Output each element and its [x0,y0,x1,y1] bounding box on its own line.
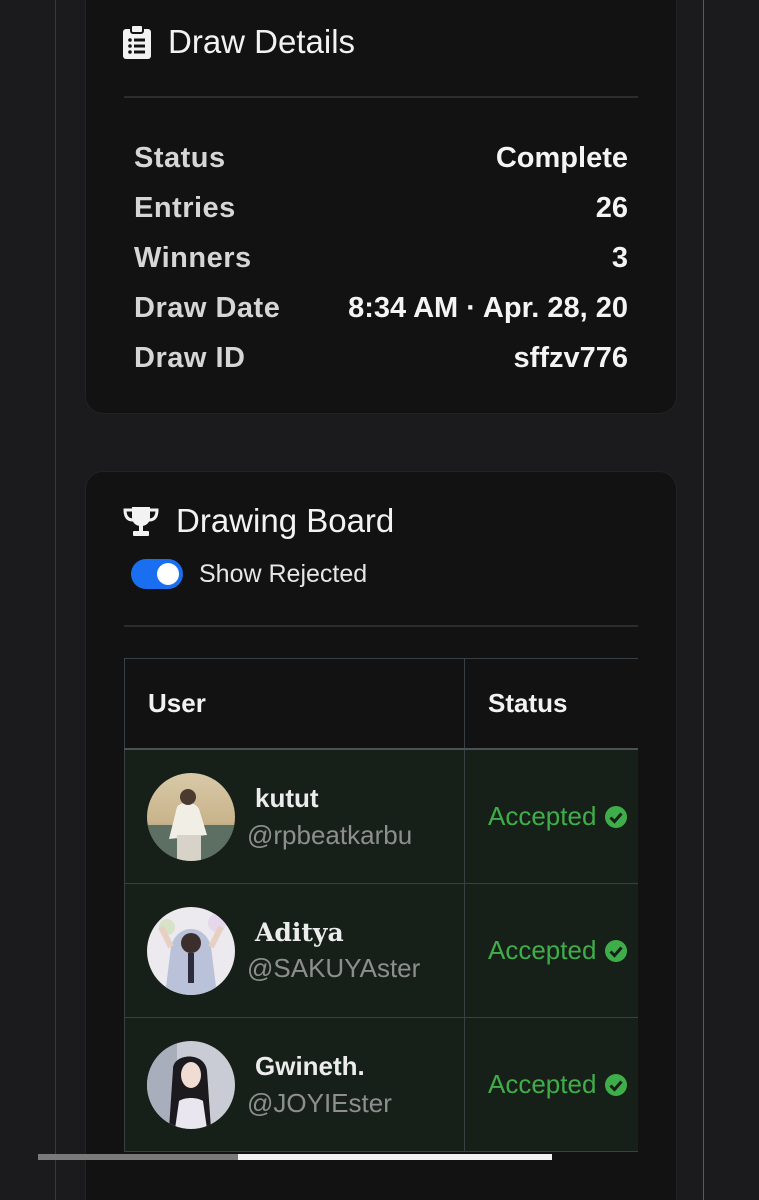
status-cell: Accepted [464,883,638,1018]
show-rejected-label: Show Rejected [199,559,368,588]
detail-value: 3 [611,241,628,274]
status-text: Accepted [488,801,597,831]
user-handle[interactable]: @JOYIEster [247,1088,392,1119]
table-header-row: User Status [124,658,638,750]
detail-label: Entries [134,191,236,224]
table-row[interactable]: Gwineth. @JOYIEster Accepted [124,1017,638,1152]
clipboard-icon [122,24,152,60]
user-handle[interactable]: @SAKUYAster [247,953,420,984]
avatar[interactable] [147,1040,235,1129]
content-border-right [703,0,704,1200]
status-cell: Accepted [464,1017,638,1152]
detail-label: Winners [134,241,252,274]
toggle-knob [157,563,179,585]
entries-table-scroll[interactable]: User Status kutut @rpbeatkarbu Accepted … [124,658,638,1156]
page: Draw Details Status Complete Entries 26 … [0,0,759,1200]
show-rejected-toggle-row: Show Rejected [131,559,367,589]
drawing-board-title: Drawing Board [176,502,395,539]
status-text: Accepted [488,1069,597,1099]
user-name: kutut [255,782,319,813]
show-rejected-toggle[interactable] [131,559,183,589]
detail-value: Complete [495,141,628,174]
entries-table: User Status kutut @rpbeatkarbu Accepted … [124,658,638,1152]
avatar[interactable] [147,772,235,861]
detail-row-entries: Entries 26 [134,183,628,233]
check-circle-icon [604,939,628,963]
draw-details-list: Status Complete Entries 26 Winners 3 Dra… [134,133,628,383]
user-cell: Gwineth. @JOYIEster [124,1017,465,1152]
column-header-user[interactable]: User [124,658,465,750]
avatar[interactable] [147,906,235,995]
draw-details-card: Draw Details Status Complete Entries 26 … [85,0,677,414]
status-cell: Accepted [464,748,638,884]
check-circle-icon [604,1073,628,1097]
column-header-status[interactable]: Status [464,658,638,750]
user-handle[interactable]: @rpbeatkarbu [247,820,412,851]
detail-value: sffzv776 [513,341,628,374]
table-row[interactable]: kutut @rpbeatkarbu Accepted [124,748,638,884]
detail-row-draw-date: Draw Date 8:34 AM · Apr. 28, 20 [134,283,628,333]
drawing-board-card: Drawing Board Show Rejected User Status [85,471,677,1200]
detail-label: Draw Date [134,291,281,324]
horizontal-scrollbar[interactable] [38,1154,552,1160]
user-name: Gwineth. [255,1050,365,1081]
user-cell: kutut @rpbeatkarbu [124,748,465,884]
detail-value: 26 [595,191,628,224]
status-text: Accepted [488,935,597,965]
trophy-icon [122,505,160,537]
detail-label: Draw ID [134,341,246,374]
scrollbar-thumb[interactable] [38,1154,239,1160]
divider [124,625,638,627]
content-border-left [55,0,56,1200]
detail-label: Status [134,141,226,174]
drawing-board-header: Drawing Board [122,502,394,540]
user-cell: Aditya @SAKUYAster [124,883,465,1018]
table-row[interactable]: Aditya @SAKUYAster Accepted [124,883,638,1018]
divider [124,96,638,98]
detail-value: 8:34 AM · Apr. 28, 20 [348,291,628,324]
detail-row-status: Status Complete [134,133,628,183]
draw-details-title: Draw Details [168,23,356,60]
check-circle-icon [604,805,628,829]
detail-row-draw-id: Draw ID sffzv776 [134,333,628,383]
draw-details-header: Draw Details [122,23,355,61]
user-name: Aditya [255,917,344,947]
detail-row-winners: Winners 3 [134,233,628,283]
